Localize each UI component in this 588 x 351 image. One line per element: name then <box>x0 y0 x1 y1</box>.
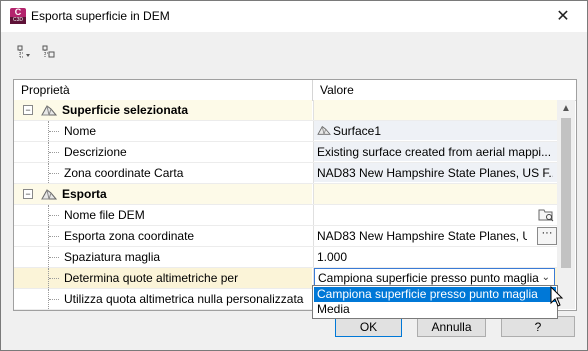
vertical-scrollbar[interactable]: ▲ <box>557 100 575 309</box>
app-icon-letter: C <box>14 7 22 17</box>
tree-branch <box>49 152 59 153</box>
export-dem-dialog: C C3D Esporta superficie in DEM ✕ Propri… <box>0 0 588 351</box>
value-box: NAD83 New Hampshire State Planes, US F..… <box>314 163 557 182</box>
collapse-icon[interactable]: − <box>23 189 33 199</box>
close-icon[interactable]: ✕ <box>552 7 574 27</box>
property-label: Nome file DEM <box>64 208 145 222</box>
help-button[interactable]: ? <box>501 316 575 337</box>
tree-branch <box>49 236 59 237</box>
property-label-cell[interactable]: Esporta zona coordinate <box>14 226 312 246</box>
tree-branch <box>49 257 59 258</box>
property-label-cell[interactable]: Zona coordinate Carta <box>14 163 312 183</box>
property-value-cell[interactable]: Surface1 <box>313 121 558 141</box>
category-row[interactable]: − Superficie selezionata <box>14 100 558 121</box>
browse-ellipsis-button[interactable]: ··· <box>537 227 557 245</box>
property-row[interactable]: Descrizione Existing surface created from… <box>14 142 557 163</box>
property-label: Utilizza quota altimetrica nulla persona… <box>64 292 304 306</box>
property-value: 1.000 <box>317 250 348 264</box>
alphabetical-icon[interactable] <box>42 45 56 59</box>
value-box[interactable]: 1.000 <box>314 247 557 266</box>
property-value-cell[interactable] <box>313 205 558 225</box>
ok-button[interactable]: OK <box>335 316 402 337</box>
scroll-thumb[interactable] <box>561 118 571 268</box>
property-label: Zona coordinate Carta <box>64 166 184 180</box>
property-value: NAD83 New Hampshire State Planes, US F..… <box>317 166 553 180</box>
categorized-icon[interactable] <box>17 45 31 59</box>
civil3d-app-icon: C C3D <box>10 8 26 24</box>
collapse-icon[interactable]: − <box>23 105 33 115</box>
chevron-down-icon[interactable]: ⌄ <box>542 272 550 283</box>
property-value-cell[interactable]: Existing surface created from aerial map… <box>313 142 558 162</box>
title-bar: C C3D Esporta superficie in DEM ✕ <box>1 1 587 32</box>
property-label: Esporta zona coordinate <box>64 229 195 243</box>
dropdown-option[interactable]: Campiona superficie presso punto maglia <box>314 287 556 302</box>
surface-icon <box>41 189 57 200</box>
category-row[interactable]: − Esporta <box>14 184 558 205</box>
property-label: Determina quote altimetriche per <box>64 271 239 285</box>
property-value-cell[interactable]: 1.000 <box>313 247 558 267</box>
property-row[interactable]: Spaziatura maglia 1.000 <box>14 247 557 268</box>
tree-branch <box>49 215 59 216</box>
tree-branch <box>49 131 59 132</box>
surface-icon <box>41 105 57 116</box>
grid-rows: − Superficie selezionata Nome Surface1 Descr… <box>14 100 558 310</box>
property-label: Nome <box>64 124 97 138</box>
elevation-method-dropdown-list: Campiona superficie presso punto maglia … <box>312 285 558 319</box>
header-divider[interactable] <box>312 80 313 100</box>
property-label-cell[interactable]: − Superficie selezionata <box>14 100 312 120</box>
tree-branch <box>49 173 59 174</box>
property-label: Descrizione <box>64 145 127 159</box>
app-icon-sub: C3D <box>10 17 26 24</box>
value-box: Existing surface created from aerial map… <box>314 142 557 161</box>
property-value-cell[interactable] <box>313 184 558 204</box>
grid-header: Proprietà Valore <box>14 80 576 101</box>
property-row[interactable]: Esporta zona coordinate NAD83 New Hampshi… <box>14 226 557 247</box>
property-label-cell[interactable]: Determina quote altimetriche per <box>14 268 312 288</box>
property-row[interactable]: Zona coordinate Carta NAD83 New Hampshire… <box>14 163 557 184</box>
property-value: NAD83 New Hampshire State Planes, U... <box>317 229 527 243</box>
property-value-cell[interactable]: NAD83 New Hampshire State Planes, US F..… <box>313 163 558 183</box>
property-row[interactable]: Nome Surface1 <box>14 121 557 142</box>
property-grid: Proprietà Valore − Superficie selezionata… <box>13 79 577 311</box>
combo-value: Campiona superficie presso punto maglia <box>318 271 539 285</box>
property-label-cell[interactable]: Descrizione <box>14 142 312 162</box>
property-label-cell[interactable]: Utilizza quota altimetrica nulla persona… <box>14 289 312 309</box>
folder-browse-icon[interactable] <box>538 207 554 222</box>
property-value: Existing surface created from aerial map… <box>317 145 552 159</box>
value-box[interactable]: NAD83 New Hampshire State Planes, U... ··… <box>314 226 557 245</box>
property-label: Spaziatura maglia <box>64 250 161 264</box>
header-property[interactable]: Proprietà <box>21 83 70 97</box>
mouse-cursor-icon <box>550 286 564 307</box>
tree-branch <box>49 278 59 279</box>
property-label-cell[interactable]: Nome <box>14 121 312 141</box>
property-value: Surface1 <box>333 124 382 138</box>
property-label-cell[interactable]: Spaziatura maglia <box>14 247 312 267</box>
header-value[interactable]: Valore <box>320 83 354 97</box>
surface-icon <box>317 125 331 135</box>
scroll-up-icon[interactable]: ▲ <box>561 103 571 114</box>
property-label-cell[interactable]: − Esporta <box>14 184 312 204</box>
property-label: Superficie selezionata <box>62 103 189 117</box>
tree-branch <box>49 299 59 300</box>
property-label: Esporta <box>62 187 107 201</box>
property-value-cell[interactable] <box>313 100 558 120</box>
cancel-button[interactable]: Annulla <box>417 316 486 337</box>
property-label-cell[interactable]: Nome file DEM <box>14 205 312 225</box>
property-row[interactable]: Nome file DEM <box>14 205 557 226</box>
value-box[interactable] <box>314 205 557 224</box>
window-title: Esporta superficie in DEM <box>31 9 170 23</box>
property-value-cell[interactable]: NAD83 New Hampshire State Planes, U... ··… <box>313 226 558 246</box>
dropdown-option[interactable]: Media <box>314 302 556 317</box>
value-box: Surface1 <box>314 121 557 140</box>
